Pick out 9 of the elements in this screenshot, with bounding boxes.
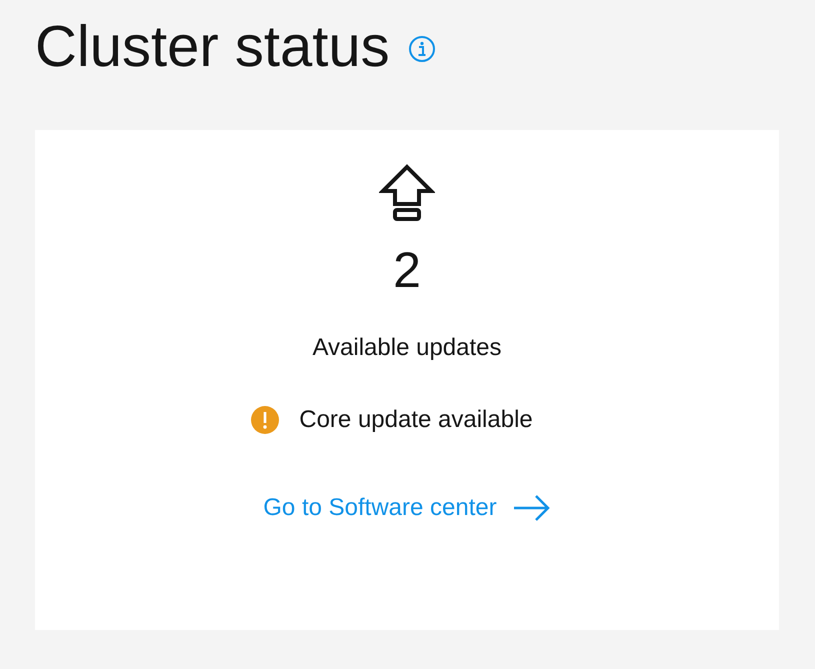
updates-label: Available updates xyxy=(312,334,502,362)
software-center-link[interactable]: Go to Software center xyxy=(263,494,551,522)
warning-icon xyxy=(251,406,280,434)
arrow-right-icon xyxy=(512,494,551,522)
page-title: Cluster status xyxy=(35,12,390,80)
notice-text: Core update available xyxy=(299,406,533,434)
update-count: 2 xyxy=(393,241,421,300)
upload-arrow-icon xyxy=(379,164,435,222)
info-icon[interactable] xyxy=(408,35,436,63)
